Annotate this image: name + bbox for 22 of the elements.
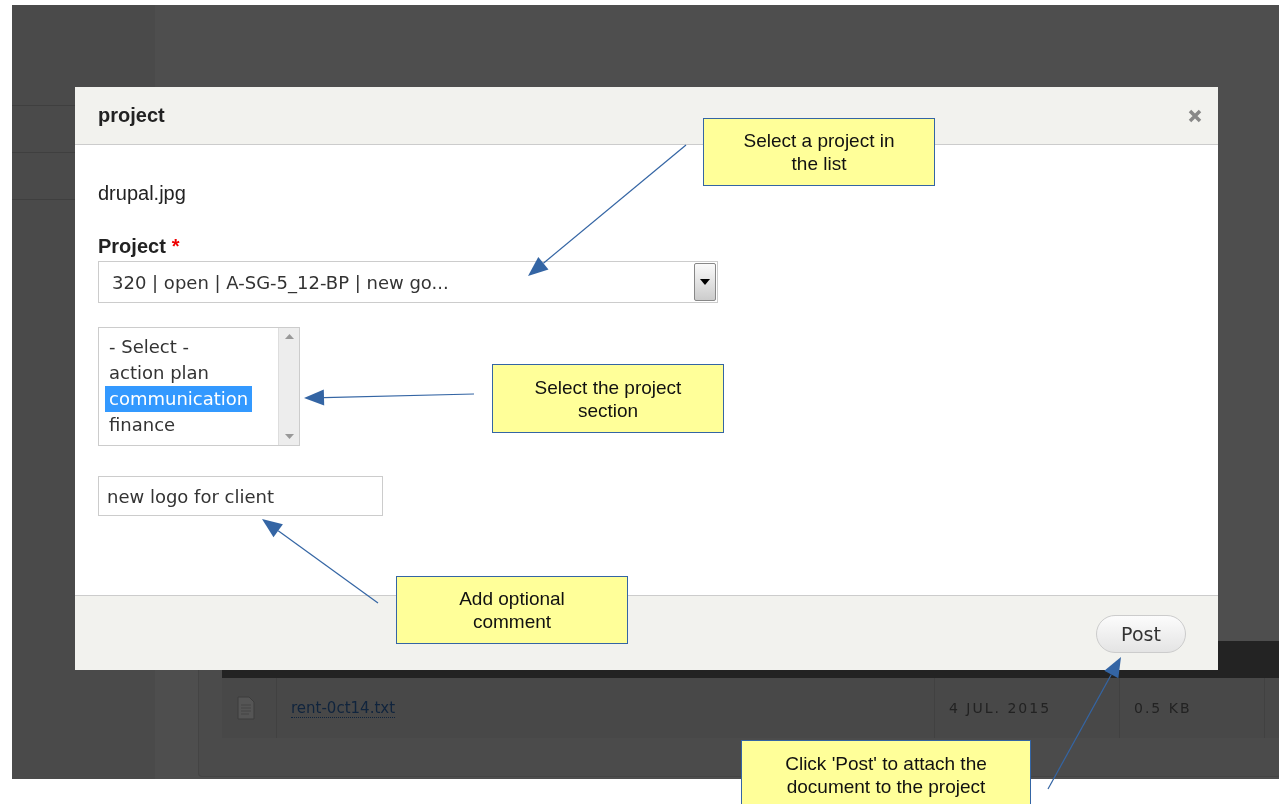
post-button[interactable]: Post: [1096, 615, 1186, 653]
list-option[interactable]: finance: [105, 412, 180, 438]
close-icon: [1188, 108, 1202, 123]
required-mark: *: [171, 235, 180, 258]
field-label: Project: [98, 235, 166, 258]
list-option[interactable]: - Select -: [105, 334, 193, 360]
comment-field[interactable]: new logo for client: [98, 476, 383, 516]
file-name: drupal.jpg: [98, 182, 186, 205]
callout-note: Add optional comment: [396, 576, 628, 644]
callout-note: Select a project in the list: [703, 118, 935, 186]
document-icon: [236, 696, 256, 720]
close-button[interactable]: [1188, 108, 1202, 123]
project-select[interactable]: 320 | open | A-SG-5_12-BP | new go...: [98, 261, 718, 303]
callout-note: Click 'Post' to attach the document to the project: [741, 740, 1031, 804]
scrollbar[interactable]: [278, 328, 299, 445]
dropdown-caret-icon: [694, 263, 716, 301]
dialog-title: project: [98, 104, 165, 127]
scroll-up-icon[interactable]: [284, 334, 294, 339]
callout-note: Select the project section: [492, 364, 724, 433]
section-listbox[interactable]: - Select - action plan communication finance: [98, 327, 300, 446]
scroll-down-icon[interactable]: [284, 434, 294, 439]
list-option[interactable]: action plan: [105, 360, 213, 386]
